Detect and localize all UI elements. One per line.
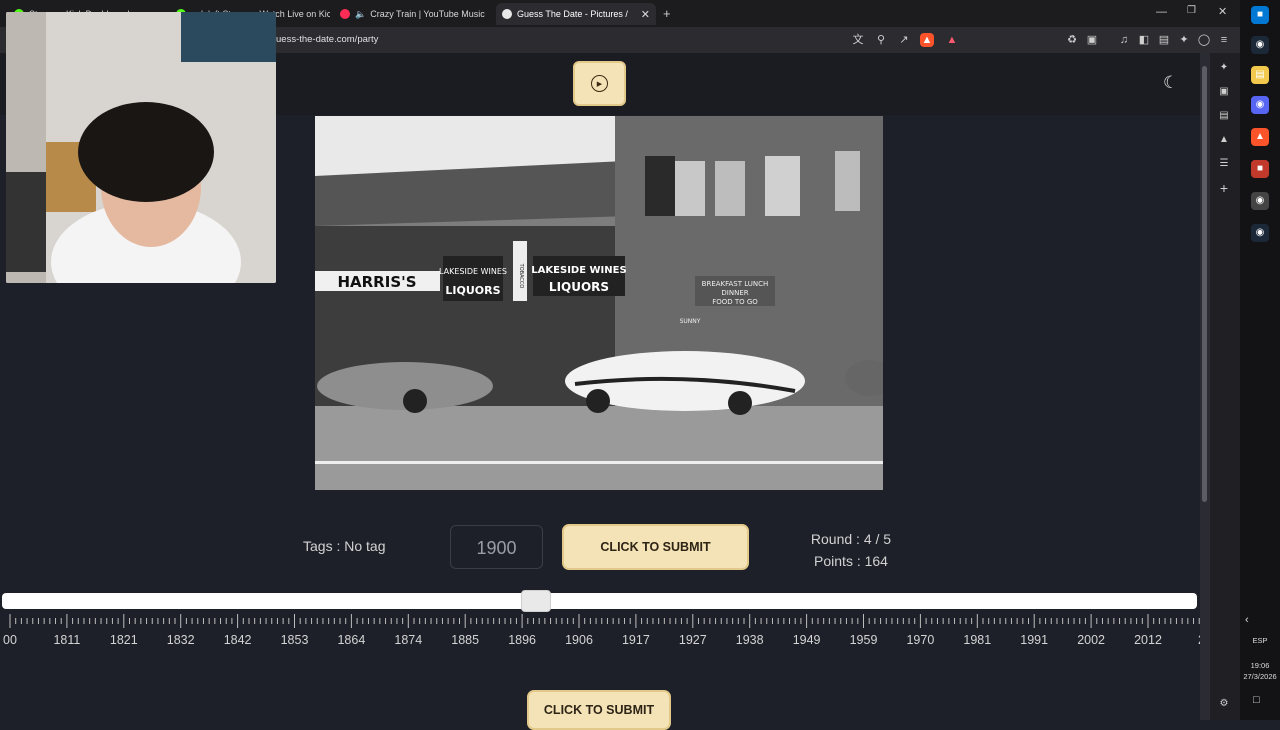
restore-icon[interactable]: ❐ [1187, 5, 1196, 16]
settings-gear-icon[interactable]: ⚙ [1216, 696, 1232, 712]
timeline-label: 1927 [678, 633, 707, 647]
brave-rewards-icon[interactable]: ▲ [944, 32, 960, 48]
music-icon[interactable]: ♫ [1116, 32, 1132, 48]
timeline-ticks [9, 614, 1200, 628]
speaker-icon: 🔈 [355, 8, 367, 19]
steam-icon-2[interactable]: ◉ [1251, 224, 1269, 242]
obs-icon[interactable]: ◉ [1251, 192, 1269, 210]
year-slider-track[interactable] [2, 593, 1197, 609]
add-panel-icon[interactable]: + [1216, 180, 1232, 196]
sign-sunny: SUNNY [680, 318, 701, 325]
translate-icon[interactable]: 文 [850, 32, 866, 48]
reading-list-icon[interactable]: ▣ [1216, 84, 1232, 100]
timeline-label: 1981 [963, 633, 992, 647]
submit-button-bottom[interactable]: CLICK TO SUBMIT [527, 690, 671, 730]
sign-food-to-go: FOOD TO GO [712, 298, 758, 306]
windows-start-icon[interactable]: ■ [1251, 6, 1269, 24]
sign-lakeside-1: LAKESIDE WINES [439, 267, 507, 276]
timeline-label: 2012 [1134, 633, 1162, 647]
dark-mode-icon[interactable]: ☾ [1163, 74, 1181, 92]
play-button[interactable]: ▶ [573, 61, 626, 106]
language-indicator[interactable]: ESP [1240, 636, 1280, 645]
timeline-label: 1885 [451, 633, 480, 647]
app-icon[interactable]: ■ [1251, 160, 1269, 178]
timeline-label: 1896 [508, 633, 536, 647]
tab-search-icon[interactable]: ▣ [1084, 32, 1100, 48]
sign-liquors-2: LIQUORS [549, 280, 609, 294]
extensions-icon[interactable]: ♻ [1064, 32, 1080, 48]
minimize-icon[interactable]: — [1156, 6, 1167, 18]
file-explorer-icon[interactable]: ▤ [1251, 66, 1269, 84]
leo-ai-icon[interactable]: ✦ [1216, 60, 1232, 76]
browser-side-panel [1210, 53, 1240, 720]
sign-lakeside-2: LAKESIDE WINES [531, 265, 626, 276]
share-icon[interactable]: ↗ [896, 32, 912, 48]
tab-youtube-music[interactable]: 🔈 Crazy Train | YouTube Music [334, 3, 494, 25]
timeline-label: 1917 [621, 633, 650, 647]
sign-tobacco: TOBACCO [518, 263, 524, 289]
wallet-icon[interactable]: ▤ [1156, 32, 1172, 48]
tab-label: Guess The Date - Pictures / Paint [517, 9, 631, 19]
submit-button[interactable]: CLICK TO SUBMIT [562, 524, 749, 570]
round-info: Round : 4 / 5 Points : 164 [790, 528, 912, 572]
timeline-label: 1864 [337, 633, 366, 647]
timeline-label: 1874 [394, 633, 423, 647]
timeline-label: 1821 [109, 633, 138, 647]
timeline-label: 1842 [223, 633, 252, 647]
zoom-icon[interactable]: ⚲ [873, 32, 889, 48]
webcam-illustration [6, 12, 276, 283]
play-icon: ▶ [591, 75, 608, 92]
sign-harris: HARRIS'S [337, 273, 416, 291]
tags-label: Tags : No tag [303, 538, 386, 554]
sign-breakfast: BREAKFAST LUNCH [702, 280, 769, 288]
round-label: Round : 4 / 5 [810, 531, 892, 547]
clock-date: 27/3/2026 [1243, 672, 1277, 681]
webcam-overlay [6, 12, 276, 283]
history-icon[interactable]: ☰ [1216, 156, 1232, 172]
guess-photo: HARRIS'S LAKESIDE WINES LIQUORS TOBACCO … [315, 116, 883, 490]
scrollbar-thumb[interactable] [1202, 66, 1207, 502]
close-tab-icon[interactable]: ✕ [635, 8, 656, 21]
chevron-left-icon[interactable]: ‹ [1245, 614, 1249, 626]
timeline-label: 1938 [735, 633, 764, 647]
year-slider-thumb[interactable] [521, 590, 552, 612]
new-tab-icon[interactable]: + [663, 6, 671, 21]
leo-icon[interactable]: ✦ [1176, 32, 1192, 48]
steam-icon[interactable]: ◉ [1251, 36, 1269, 54]
menu-icon[interactable]: ≡ [1216, 32, 1232, 48]
site-favicon [502, 9, 512, 19]
notifications-icon[interactable]: □ [1253, 694, 1260, 706]
timeline-label: 1832 [166, 633, 195, 647]
timeline-label: 1811 [53, 633, 81, 647]
timeline-label: 2002 [1077, 633, 1105, 647]
wallet-icon[interactable]: ▤ [1216, 108, 1232, 124]
points-label: Points : 164 [814, 553, 888, 569]
url-field[interactable]: uess-the-date.com/party [276, 34, 378, 45]
clock[interactable]: 19:06 27/3/2026 [1240, 660, 1280, 682]
timeline-label: 00 [3, 633, 17, 647]
brave-shield-icon[interactable]: ▲ [920, 33, 934, 47]
timeline-label: 1949 [792, 633, 821, 647]
timeline-label: 1970 [906, 633, 935, 647]
close-window-icon[interactable]: ✕ [1218, 5, 1227, 18]
timeline-label: 1959 [849, 633, 878, 647]
year-input[interactable]: 1900 [450, 525, 543, 569]
vpn-icon[interactable]: ◯ [1196, 32, 1212, 48]
discord-icon[interactable]: ◉ [1251, 96, 1269, 114]
bookmarks-icon[interactable]: ▲ [1216, 132, 1232, 148]
clock-time: 19:06 [1250, 661, 1270, 670]
timeline-label: 1906 [565, 633, 593, 647]
brave-icon[interactable]: ▲ [1251, 128, 1269, 146]
tab-guess-the-date[interactable]: Guess The Date - Pictures / Paint ✕ [496, 3, 656, 25]
timeline-label: 1991 [1020, 633, 1049, 647]
sign-liquors-1: LIQUORS [445, 284, 500, 297]
sign-dinner: DINNER [721, 289, 748, 297]
sidebar-toggle-icon[interactable]: ◧ [1136, 32, 1152, 48]
street-photo-illustration: HARRIS'S LAKESIDE WINES LIQUORS TOBACCO … [315, 116, 883, 490]
timeline-label: 1853 [280, 633, 309, 647]
youtube-music-icon [340, 9, 350, 19]
tab-label: Crazy Train | YouTube Music [370, 9, 485, 19]
